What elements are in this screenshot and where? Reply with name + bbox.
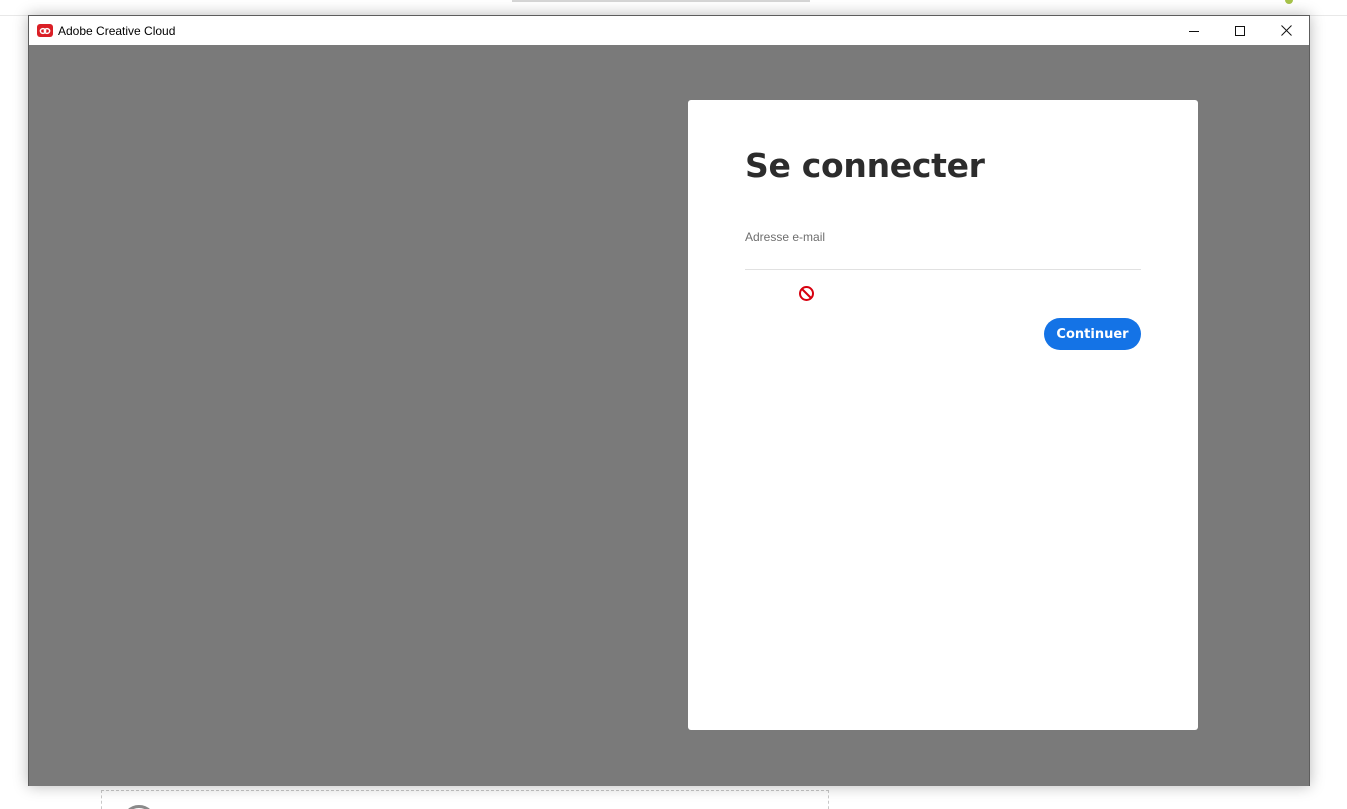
creative-cloud-logo-icon — [37, 24, 53, 37]
background-dropzone — [101, 790, 829, 809]
email-label: Adresse e-mail — [745, 230, 826, 244]
background-scrollbar — [512, 0, 810, 2]
background-icon — [1285, 0, 1293, 4]
maximize-icon — [1235, 25, 1245, 36]
maximize-button[interactable] — [1217, 16, 1263, 45]
window-title: Adobe Creative Cloud — [58, 23, 176, 38]
page-title: Se connecter — [745, 146, 985, 185]
app-window: Adobe Creative Cloud Se connecter Adress… — [28, 15, 1310, 786]
email-field[interactable] — [745, 248, 1141, 270]
close-icon — [1280, 25, 1292, 36]
minimize-button[interactable] — [1171, 16, 1217, 45]
continue-button[interactable]: Continuer — [1044, 318, 1141, 350]
desktop: Adobe Creative Cloud Se connecter Adress… — [0, 0, 1347, 809]
close-button[interactable] — [1263, 16, 1309, 45]
background-avatar-icon — [122, 805, 156, 809]
window-controls — [1171, 16, 1309, 45]
blocked-icon — [799, 286, 814, 301]
app-content: Se connecter Adresse e-mail Continuer — [29, 45, 1309, 786]
minimize-icon — [1189, 30, 1199, 32]
title-bar[interactable]: Adobe Creative Cloud — [29, 16, 1309, 45]
sign-in-card: Se connecter Adresse e-mail Continuer — [688, 100, 1198, 730]
